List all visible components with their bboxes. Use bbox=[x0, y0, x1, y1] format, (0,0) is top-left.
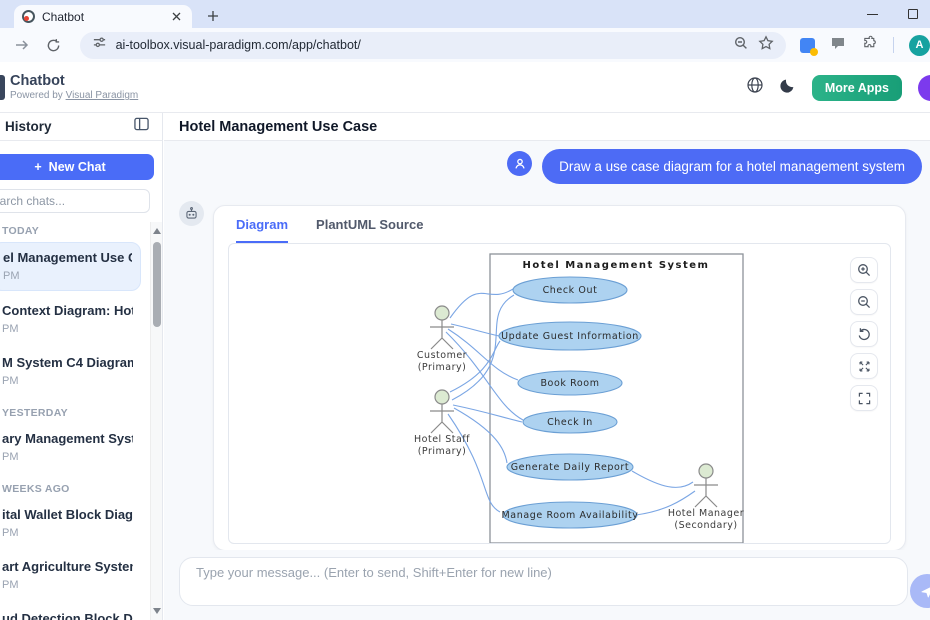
search-chats-input[interactable] bbox=[0, 189, 150, 213]
actor-role: (Primary) bbox=[418, 362, 467, 373]
actor-head bbox=[435, 390, 449, 404]
actor-customer bbox=[430, 306, 454, 349]
extension-docs-icon[interactable] bbox=[800, 38, 815, 53]
composer-area bbox=[164, 550, 930, 620]
system-title: Hotel Management System bbox=[523, 260, 710, 271]
app-header: Chatbot Powered by Visual Paradigm More … bbox=[0, 62, 930, 113]
zoom-out-page-icon[interactable] bbox=[733, 35, 749, 56]
language-globe-icon[interactable] bbox=[746, 76, 764, 99]
tab-close-icon[interactable] bbox=[168, 9, 184, 25]
diagram-viewer[interactable]: Hotel Management System bbox=[228, 243, 891, 544]
tab-diagram[interactable]: Diagram bbox=[236, 217, 288, 243]
site-settings-icon[interactable] bbox=[92, 35, 107, 55]
response-card: Diagram PlantUML Source Hotel Management… bbox=[213, 205, 906, 551]
bookmark-star-icon[interactable] bbox=[758, 35, 774, 56]
user-avatar bbox=[507, 151, 532, 176]
section-label-yesterday: YESTERDAY bbox=[0, 407, 146, 419]
actor-name: Customer bbox=[417, 350, 467, 361]
app-title: Chatbot bbox=[10, 73, 138, 89]
history-sidebar: History + New Chat TODAY el Management U… bbox=[0, 113, 163, 620]
svg-text:Generate Daily Report: Generate Daily Report bbox=[511, 462, 630, 473]
svg-text:Update Guest Information: Update Guest Information bbox=[501, 331, 639, 342]
fit-view-button[interactable] bbox=[850, 353, 878, 379]
message-input[interactable] bbox=[179, 557, 908, 606]
browser-window: Chatbot ai-toolbox.vis bbox=[0, 0, 930, 620]
conversation-title: Hotel Management Use Case bbox=[179, 119, 377, 135]
actor-head bbox=[699, 464, 713, 478]
history-title: History bbox=[5, 119, 52, 134]
viewer-toolbar bbox=[850, 257, 878, 411]
browser-tab-chatbot[interactable]: Chatbot bbox=[14, 5, 192, 28]
actor-name: Hotel Manager bbox=[668, 508, 744, 519]
actor-head bbox=[435, 306, 449, 320]
chat-history-item[interactable]: el Management Use Case PM bbox=[0, 242, 141, 291]
visual-paradigm-link[interactable]: Visual Paradigm bbox=[66, 90, 139, 101]
reset-view-button[interactable] bbox=[850, 321, 878, 347]
chat-history-item[interactable]: M System C4 Diagram PM bbox=[0, 348, 141, 395]
tab-plantuml-source[interactable]: PlantUML Source bbox=[316, 217, 423, 243]
scroll-down-arrow[interactable] bbox=[153, 608, 161, 614]
chat-history-item[interactable]: ital Wallet Block Diagram PM bbox=[0, 500, 141, 547]
collapse-sidebar-icon[interactable] bbox=[134, 117, 149, 136]
scrollbar-thumb[interactable] bbox=[153, 242, 161, 327]
svg-text:Book Room: Book Room bbox=[540, 378, 599, 389]
response-tabs: Diagram PlantUML Source bbox=[214, 206, 905, 243]
window-minimize-button[interactable] bbox=[867, 14, 878, 15]
browser-profile-avatar[interactable]: A bbox=[909, 35, 930, 56]
use-case-diagram: Hotel Management System bbox=[229, 244, 891, 544]
url-text[interactable]: ai-toolbox.visual-paradigm.com/app/chatb… bbox=[116, 38, 724, 52]
toolbar-divider bbox=[893, 37, 894, 53]
section-label-today: TODAY bbox=[0, 225, 146, 237]
extensions-puzzle-icon[interactable] bbox=[861, 34, 878, 56]
more-apps-button[interactable]: More Apps bbox=[812, 75, 902, 101]
svg-text:Check Out: Check Out bbox=[543, 285, 598, 296]
plus-icon: + bbox=[34, 160, 41, 174]
browser-toolbar: ai-toolbox.visual-paradigm.com/app/chatb… bbox=[0, 28, 930, 62]
forward-icon[interactable] bbox=[10, 33, 34, 57]
app-user-avatar[interactable] bbox=[918, 75, 930, 101]
app-logo bbox=[0, 75, 5, 100]
powered-by: Powered by Visual Paradigm bbox=[10, 90, 138, 101]
new-chat-button[interactable]: + New Chat bbox=[0, 154, 154, 180]
tab-favicon bbox=[22, 10, 35, 23]
bot-avatar bbox=[179, 201, 204, 226]
chat-history-list: TODAY el Management Use Case PM Context … bbox=[0, 225, 146, 620]
chat-history-item[interactable]: Context Diagram: Hotel ... PM bbox=[0, 296, 141, 343]
dark-mode-moon-icon[interactable] bbox=[780, 77, 796, 98]
actor-role: (Primary) bbox=[418, 446, 467, 457]
svg-text:Manage Room Availability: Manage Room Availability bbox=[501, 510, 638, 521]
zoom-in-button[interactable] bbox=[850, 257, 878, 283]
send-button[interactable] bbox=[910, 574, 930, 608]
scroll-up-arrow[interactable] bbox=[153, 228, 161, 234]
user-message-bubble: Draw a use case diagram for a hotel mana… bbox=[542, 149, 922, 184]
tab-title: Chatbot bbox=[42, 10, 161, 24]
address-bar[interactable]: ai-toolbox.visual-paradigm.com/app/chatb… bbox=[80, 32, 786, 59]
chat-history-item[interactable]: art Agriculture System Ar... PM bbox=[0, 552, 141, 599]
chat-history-item[interactable]: ary Management System... PM bbox=[0, 424, 141, 471]
chat-history-item[interactable]: ud Detection Block Diagr... PM bbox=[0, 604, 141, 620]
section-label-weeks-ago: WEEKS AGO bbox=[0, 483, 146, 495]
actor-name: Hotel Staff bbox=[414, 434, 470, 445]
extension-chat-icon[interactable] bbox=[830, 35, 846, 56]
fullscreen-button[interactable] bbox=[850, 385, 878, 411]
actor-role: (Secondary) bbox=[674, 520, 737, 531]
new-tab-button[interactable] bbox=[202, 6, 224, 26]
browser-titlebar: Chatbot bbox=[0, 0, 930, 28]
zoom-out-button[interactable] bbox=[850, 289, 878, 315]
svg-text:Check In: Check In bbox=[547, 417, 593, 428]
chat-main-area: Hotel Management Use Case Draw a use cas… bbox=[164, 113, 930, 620]
reload-icon[interactable] bbox=[42, 33, 66, 57]
window-maximize-button[interactable] bbox=[908, 9, 918, 19]
sidebar-scrollbar[interactable] bbox=[150, 222, 162, 620]
actor-hotel-staff bbox=[430, 390, 454, 433]
